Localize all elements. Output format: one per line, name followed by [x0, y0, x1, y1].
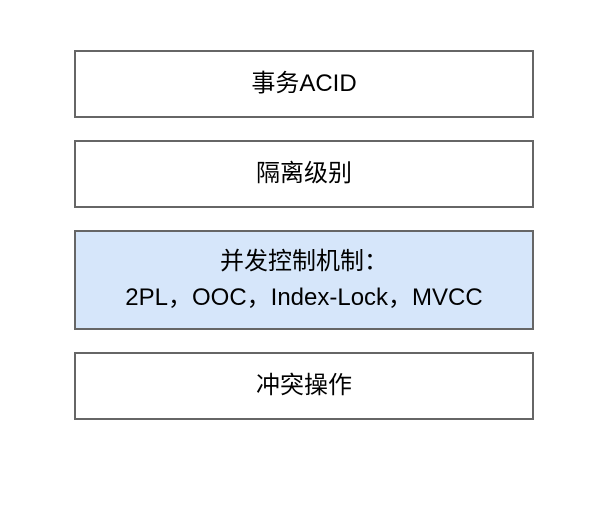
layer-box-conflict-ops: 冲突操作: [74, 352, 534, 420]
layer-box-concurrency-control: 并发控制机制： 2PL，OOC，Index-Lock，MVCC: [74, 230, 534, 330]
layer-box-acid: 事务ACID: [74, 50, 534, 118]
layer-box-isolation: 隔离级别: [74, 140, 534, 208]
layer-label: 事务ACID: [251, 66, 356, 102]
layer-label: 并发控制机制： 2PL，OOC，Index-Lock，MVCC: [125, 244, 482, 316]
layer-label: 隔离级别: [256, 156, 352, 192]
layer-label: 冲突操作: [256, 368, 352, 404]
